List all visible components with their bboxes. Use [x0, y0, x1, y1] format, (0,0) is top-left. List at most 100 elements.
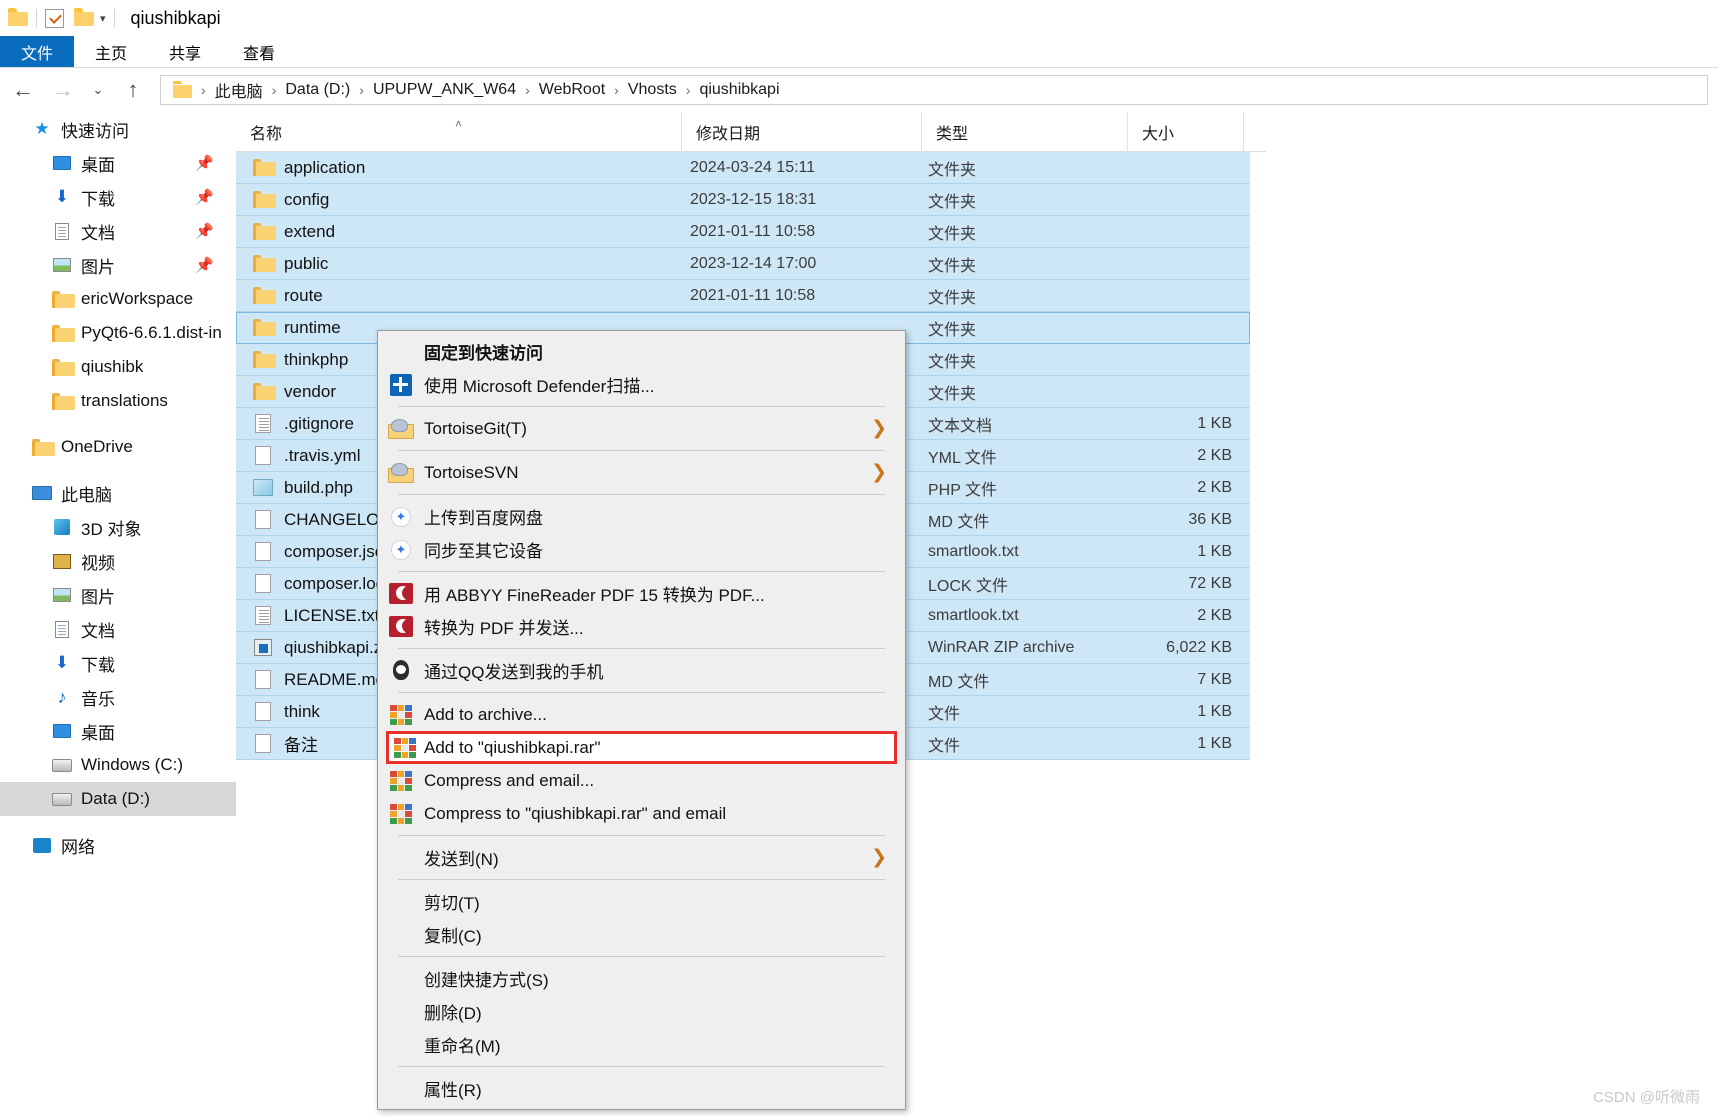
breadcrumb-separator-0[interactable]: ›: [267, 82, 282, 98]
menu-separator: [398, 406, 885, 407]
file-name-cell[interactable]: public: [236, 254, 682, 274]
table-row[interactable]: extend 2021-01-11 10:58 文件夹: [236, 216, 1250, 248]
sidebar-item-ericworkspace[interactable]: ericWorkspace: [0, 282, 236, 316]
column-header-0[interactable]: ˄ 名称: [236, 111, 682, 152]
table-row[interactable]: public 2023-12-14 17:00 文件夹: [236, 248, 1250, 280]
blank-file-icon: [250, 446, 276, 465]
folder-icon[interactable]: [8, 7, 28, 27]
pin-icon[interactable]: 📌: [195, 222, 214, 240]
menu-separator: [398, 450, 885, 451]
up-button[interactable]: ↑: [116, 73, 150, 107]
context-menu-item[interactable]: 固定到快速访问: [378, 335, 905, 368]
sidebar-item-onedrive[interactable]: OneDrive: [0, 430, 236, 464]
sidebar-item--[interactable]: ⬇ 下载: [0, 646, 236, 680]
file-name-cell[interactable]: config: [236, 190, 682, 210]
context-menu-item[interactable]: 重命名(M): [378, 1028, 905, 1061]
file-name-cell[interactable]: application: [236, 158, 682, 178]
folder-icon-2[interactable]: [74, 7, 94, 27]
breadcrumb-item-3[interactable]: WebRoot: [535, 81, 609, 99]
sidebar-item--[interactable]: 文档 📌: [0, 214, 236, 248]
sidebar-item-data-d-[interactable]: Data (D:): [0, 782, 236, 816]
recent-locations-button[interactable]: ⌄: [86, 73, 110, 107]
sidebar-item--[interactable]: 视频: [0, 544, 236, 578]
breadcrumb-separator-3[interactable]: ›: [609, 82, 624, 98]
context-menu-item[interactable]: Compress to "qiushibkapi.rar" and email: [378, 797, 905, 830]
drive-icon: [50, 792, 74, 806]
context-menu-item[interactable]: Add to archive...: [378, 698, 905, 731]
breadcrumb[interactable]: › 此电脑 › Data (D:) › UPUPW_ANK_W64 › WebR…: [160, 75, 1708, 105]
breadcrumb-item-0[interactable]: 此电脑: [211, 78, 267, 102]
sidebar-item--[interactable]: 桌面: [0, 714, 236, 748]
tab-file[interactable]: 文件: [0, 36, 74, 67]
sidebar-item--[interactable]: 网络: [0, 828, 236, 862]
sidebar-item--[interactable]: ⬇ 下载 📌: [0, 180, 236, 214]
sidebar-item-qiushibk[interactable]: qiushibk: [0, 350, 236, 384]
sidebar-item-label: PyQt6-6.6.1.dist-in: [81, 323, 222, 342]
table-row[interactable]: application 2024-03-24 15:11 文件夹: [236, 152, 1250, 184]
context-menu-item[interactable]: 发送到(N) ❯: [378, 841, 905, 874]
context-menu[interactable]: 固定到快速访问 使用 Microsoft Defender扫描... Tortois…: [377, 330, 906, 1110]
sidebar-item--[interactable]: ♪ 音乐: [0, 680, 236, 714]
sidebar-item--[interactable]: 桌面 📌: [0, 146, 236, 180]
pin-icon[interactable]: 📌: [195, 256, 214, 274]
breadcrumb-item-4[interactable]: Vhosts: [624, 81, 681, 99]
table-row[interactable]: route 2021-01-11 10:58 文件夹: [236, 280, 1250, 312]
context-menu-item[interactable]: ✦ 同步至其它设备: [378, 533, 905, 566]
sidebar-item-windows-c-[interactable]: Windows (C:): [0, 748, 236, 782]
context-menu-item[interactable]: Add to "qiushibkapi.rar": [386, 731, 897, 764]
sidebar-item-label: 文档: [81, 223, 115, 243]
context-menu-item[interactable]: Compress and email...: [378, 764, 905, 797]
navigation-pane[interactable]: ★ 快速访问 桌面 📌 ⬇ 下载 📌 文档 📌 图片 📌 ericWorkspace PyQt6-6.6…: [0, 112, 236, 1117]
breadcrumb-item-2[interactable]: UPUPW_ANK_W64: [369, 81, 520, 99]
context-menu-item[interactable]: 剪切(T): [378, 885, 905, 918]
breadcrumb-item-1[interactable]: Data (D:): [281, 81, 354, 99]
tab-view[interactable]: 查看: [222, 36, 296, 67]
sidebar-item-pyqt6-6-6-1-dist-in[interactable]: PyQt6-6.6.1.dist-in: [0, 316, 236, 350]
context-menu-item[interactable]: ✦ 上传到百度网盘: [378, 500, 905, 533]
folder-icon: [30, 438, 55, 456]
tab-home[interactable]: 主页: [74, 36, 148, 67]
pin-icon[interactable]: 📌: [195, 188, 214, 206]
context-menu-item[interactable]: TortoiseGit(T) ❯: [378, 412, 905, 445]
table-row[interactable]: config 2023-12-15 18:31 文件夹: [236, 184, 1250, 216]
file-name-label: application: [284, 157, 366, 177]
column-header-1[interactable]: 修改日期: [682, 111, 922, 152]
forward-button[interactable]: →: [46, 73, 80, 107]
context-menu-item-label: Add to "qiushibkapi.rar": [424, 737, 601, 757]
menu-separator: [398, 692, 885, 693]
sidebar-item--[interactable]: 图片 📌: [0, 248, 236, 282]
sidebar-item--[interactable]: 图片: [0, 578, 236, 612]
context-menu-item[interactable]: 使用 Microsoft Defender扫描...: [378, 368, 905, 401]
breadcrumb-separator-4[interactable]: ›: [681, 82, 696, 98]
breadcrumb-separator-2[interactable]: ›: [520, 82, 535, 98]
title-bar: ▾ qiushibkapi: [0, 0, 1718, 36]
file-type-cell: MD 文件: [928, 513, 990, 531]
context-menu-item-label: 重命名(M): [424, 1037, 501, 1056]
breadcrumb-separator-1[interactable]: ›: [354, 82, 369, 98]
sidebar-item--[interactable]: ★ 快速访问: [0, 112, 236, 146]
file-name-cell[interactable]: extend: [236, 222, 682, 242]
context-menu-item[interactable]: 转换为 PDF 并发送...: [378, 610, 905, 643]
file-name-cell[interactable]: route: [236, 286, 682, 306]
back-button[interactable]: ←: [6, 73, 40, 107]
sidebar-item-3d-[interactable]: 3D 对象: [0, 510, 236, 544]
context-menu-item[interactable]: 删除(D): [378, 995, 905, 1028]
context-menu-item[interactable]: 复制(C): [378, 918, 905, 951]
sidebar-item-translations[interactable]: translations: [0, 384, 236, 418]
context-menu-item[interactable]: 用 ABBYY FineReader PDF 15 转换为 PDF...: [378, 577, 905, 610]
column-header-label: 大小: [1142, 125, 1175, 143]
column-headers: ˄ 名称 修改日期 类型 大小: [236, 111, 1266, 152]
chevron-down-icon[interactable]: ▾: [100, 12, 106, 25]
column-header-3[interactable]: 大小: [1128, 111, 1244, 152]
sidebar-item--[interactable]: 此电脑: [0, 476, 236, 510]
pin-icon[interactable]: 📌: [195, 154, 214, 172]
context-menu-item[interactable]: 通过QQ发送到我的手机: [378, 654, 905, 687]
column-header-2[interactable]: 类型: [922, 111, 1128, 152]
context-menu-item[interactable]: 属性(R): [378, 1072, 905, 1105]
sidebar-item--[interactable]: 文档: [0, 612, 236, 646]
context-menu-item[interactable]: 创建快捷方式(S): [378, 962, 905, 995]
tab-share[interactable]: 共享: [148, 36, 222, 67]
context-menu-item[interactable]: TortoiseSVN ❯: [378, 456, 905, 489]
checkbox-checked-icon[interactable]: [45, 8, 64, 28]
breadcrumb-item-5[interactable]: qiushibkapi: [695, 81, 783, 99]
